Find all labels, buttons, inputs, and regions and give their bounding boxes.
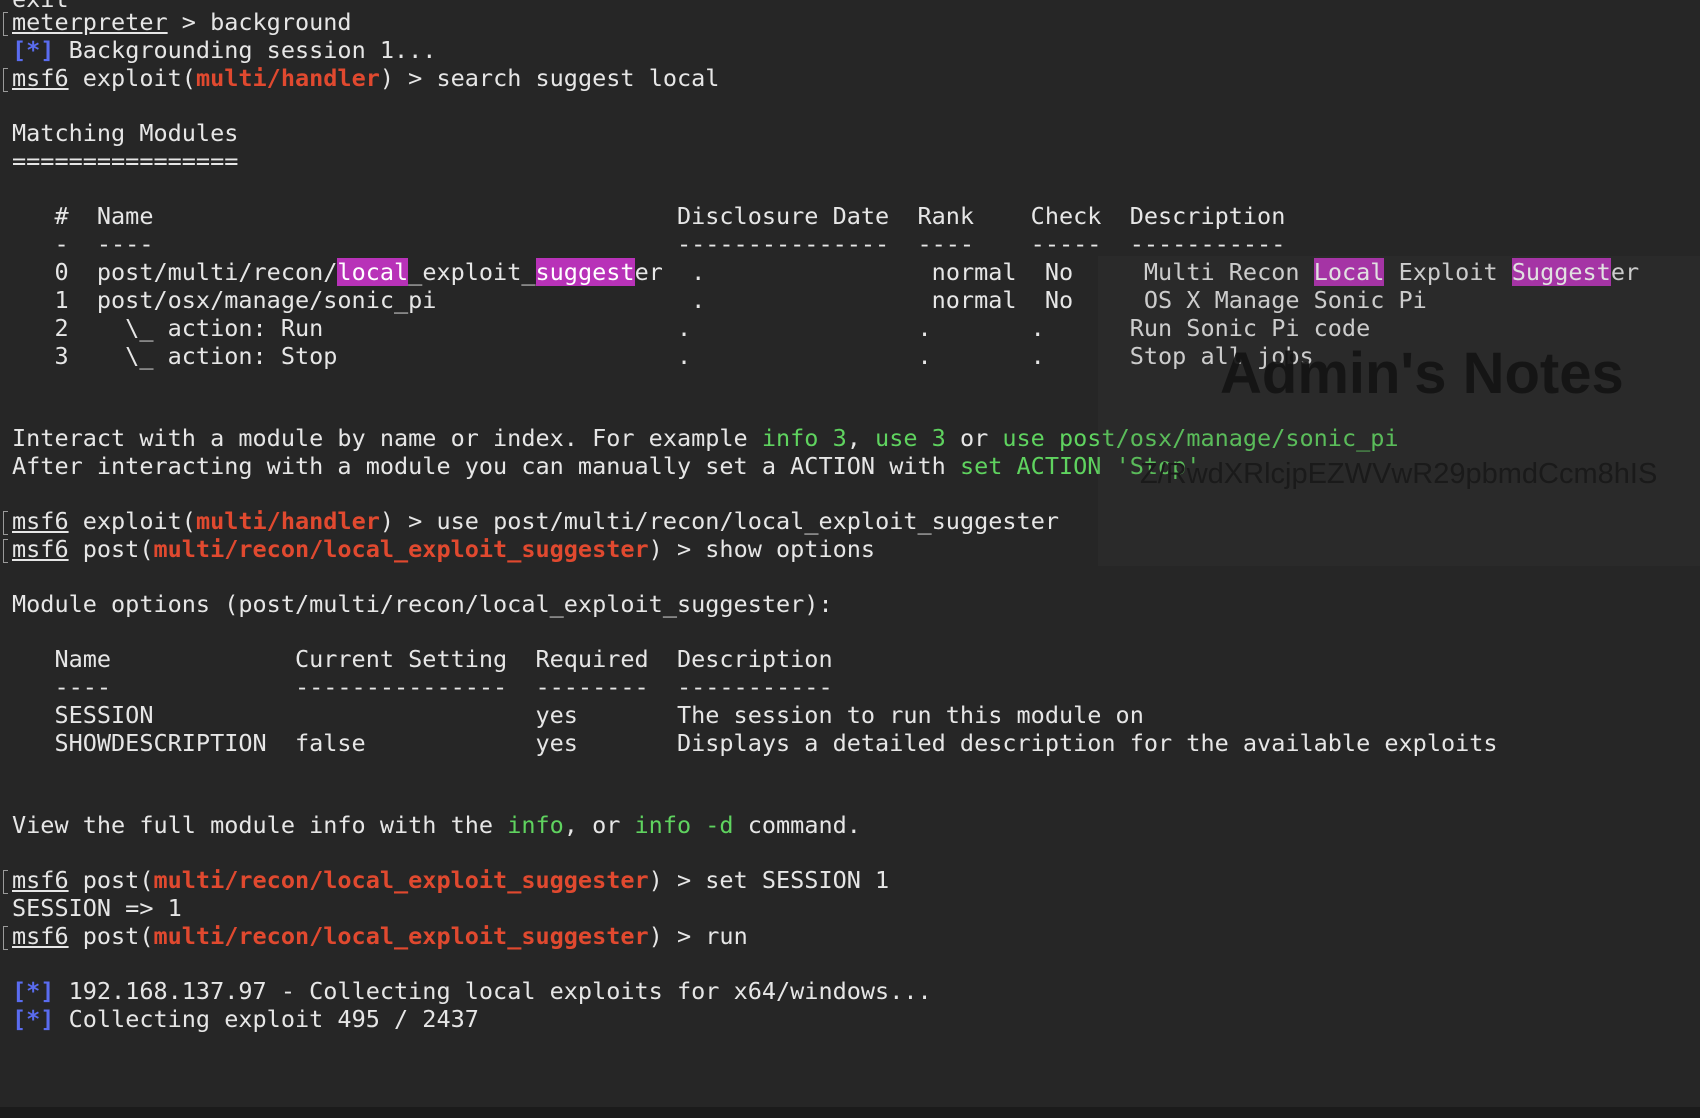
modules-table-header: # Name Disclosure Date Rank Check Descri…	[12, 202, 1286, 230]
module-name: multi/recon/local_exploit_suggester	[153, 922, 649, 950]
options-table-header: Name Current Setting Required Descriptio…	[12, 645, 833, 673]
row-text: 0 post/multi/recon/	[12, 258, 338, 286]
prompt-bracket	[3, 68, 8, 92]
hint-text: Interact with a module by name or index.…	[12, 424, 762, 452]
table-row: SHOWDESCRIPTION false yes Displays a det…	[12, 729, 1498, 757]
close-paren: )	[648, 535, 663, 563]
session-result-line: SESSION => 1	[12, 894, 182, 922]
prompt-bracket	[3, 870, 8, 894]
overlay-title: Admin's Notes	[1220, 341, 1624, 406]
backgrounding-line: [*] Backgrounding session 1...	[12, 35, 436, 65]
hint-command: info	[507, 811, 564, 839]
use-command-line: msf6 exploit(multi/handler) > use post/m…	[12, 506, 1059, 536]
action-hint-line: After interacting with a module you can …	[12, 451, 1200, 481]
info-marker: [*]	[12, 1005, 55, 1033]
status-text: Backgrounding session 1...	[54, 36, 437, 64]
show-options-line: msf6 post(multi/recon/local_exploit_sugg…	[12, 534, 875, 564]
prompt-bracket	[3, 511, 8, 535]
close-paren: )	[648, 922, 663, 950]
notes-overlay	[1098, 256, 1700, 566]
command-text: > search suggest local	[394, 64, 720, 92]
prompt-bracket	[3, 12, 8, 36]
info-marker: [*]	[12, 36, 55, 64]
overlay-code: Z/RwdXRlcjpEZWVwR29pbmdCcm8hIS	[1140, 458, 1658, 490]
view-info-line: View the full module info with the info,…	[12, 810, 861, 840]
module-name: multi/handler	[195, 64, 380, 92]
modules-table-separator: - ---- --------------- ---- ----- ------…	[12, 230, 1286, 258]
close-paren: )	[379, 64, 395, 92]
hint-text: View the full module info with the	[12, 811, 508, 839]
post-word: post(	[68, 922, 154, 950]
search-command-line: msf6 exploit(multi/handler) > search sug…	[12, 63, 719, 93]
exploit-word: exploit(	[68, 507, 196, 535]
command-text: > background	[167, 8, 352, 36]
hint-command: info 3	[761, 424, 847, 452]
title-underline: ================	[12, 147, 239, 175]
post-word: post(	[68, 535, 154, 563]
collecting-local-line: [*] 192.168.137.97 - Collecting local ex…	[12, 976, 932, 1006]
exploit-word: exploit(	[68, 64, 196, 92]
command-text: > run	[662, 922, 748, 950]
msf-prompt: msf6	[12, 866, 69, 894]
msf-prompt: msf6	[12, 64, 69, 92]
hint-text: command.	[733, 811, 861, 839]
module-options-title: Module options (post/multi/recon/local_e…	[12, 590, 833, 618]
post-word: post(	[68, 866, 154, 894]
msf-prompt: msf6	[12, 535, 69, 563]
matching-modules-title: Matching Modules	[12, 119, 239, 147]
hint-text: After interacting with a module you can …	[12, 452, 960, 480]
module-name: multi/recon/local_exploit_suggester	[153, 866, 649, 894]
hint-text: or	[945, 424, 1003, 452]
msf-prompt: msf6	[12, 507, 69, 535]
close-paren: )	[648, 866, 663, 894]
close-paren: )	[379, 507, 395, 535]
msf-prompt: msf6	[12, 922, 69, 950]
command-text: > use post/multi/recon/local_exploit_sug…	[394, 507, 1059, 535]
collecting-exploit-line: [*] Collecting exploit 495 / 2437	[12, 1004, 479, 1034]
module-name: multi/handler	[195, 507, 380, 535]
status-text: 192.168.137.97 - Collecting local exploi…	[54, 977, 932, 1005]
run-command-line: msf6 post(multi/recon/local_exploit_sugg…	[12, 921, 748, 951]
terminal-window[interactable]: exit meterpreter > background [*] Backgr…	[0, 0, 1700, 1118]
command-text: > set SESSION 1	[662, 866, 890, 894]
hint-text: ,	[846, 424, 876, 452]
options-table-separator: ---- --------------- -------- ----------…	[12, 673, 833, 701]
status-text: Collecting exploit 495 / 2437	[54, 1005, 479, 1033]
bottom-strip	[0, 1107, 1700, 1118]
command-text: > show options	[662, 535, 876, 563]
set-session-line: msf6 post(multi/recon/local_exploit_sugg…	[12, 865, 889, 895]
meterpreter-prompt: meterpreter	[12, 8, 168, 36]
hint-command: info -d	[634, 811, 734, 839]
row-text: _exploit_	[408, 258, 536, 286]
meterpreter-background-line: meterpreter > background	[12, 7, 352, 37]
search-highlight: local	[337, 258, 409, 286]
search-highlight: suggest	[535, 258, 635, 286]
prompt-bracket	[3, 926, 8, 950]
hint-text: , or	[563, 811, 635, 839]
prompt-bracket	[3, 539, 8, 563]
table-row: SESSION yes The session to run this modu…	[12, 701, 1144, 729]
module-name: multi/recon/local_exploit_suggester	[153, 535, 649, 563]
hint-command: use 3	[875, 424, 946, 452]
info-marker: [*]	[12, 977, 55, 1005]
